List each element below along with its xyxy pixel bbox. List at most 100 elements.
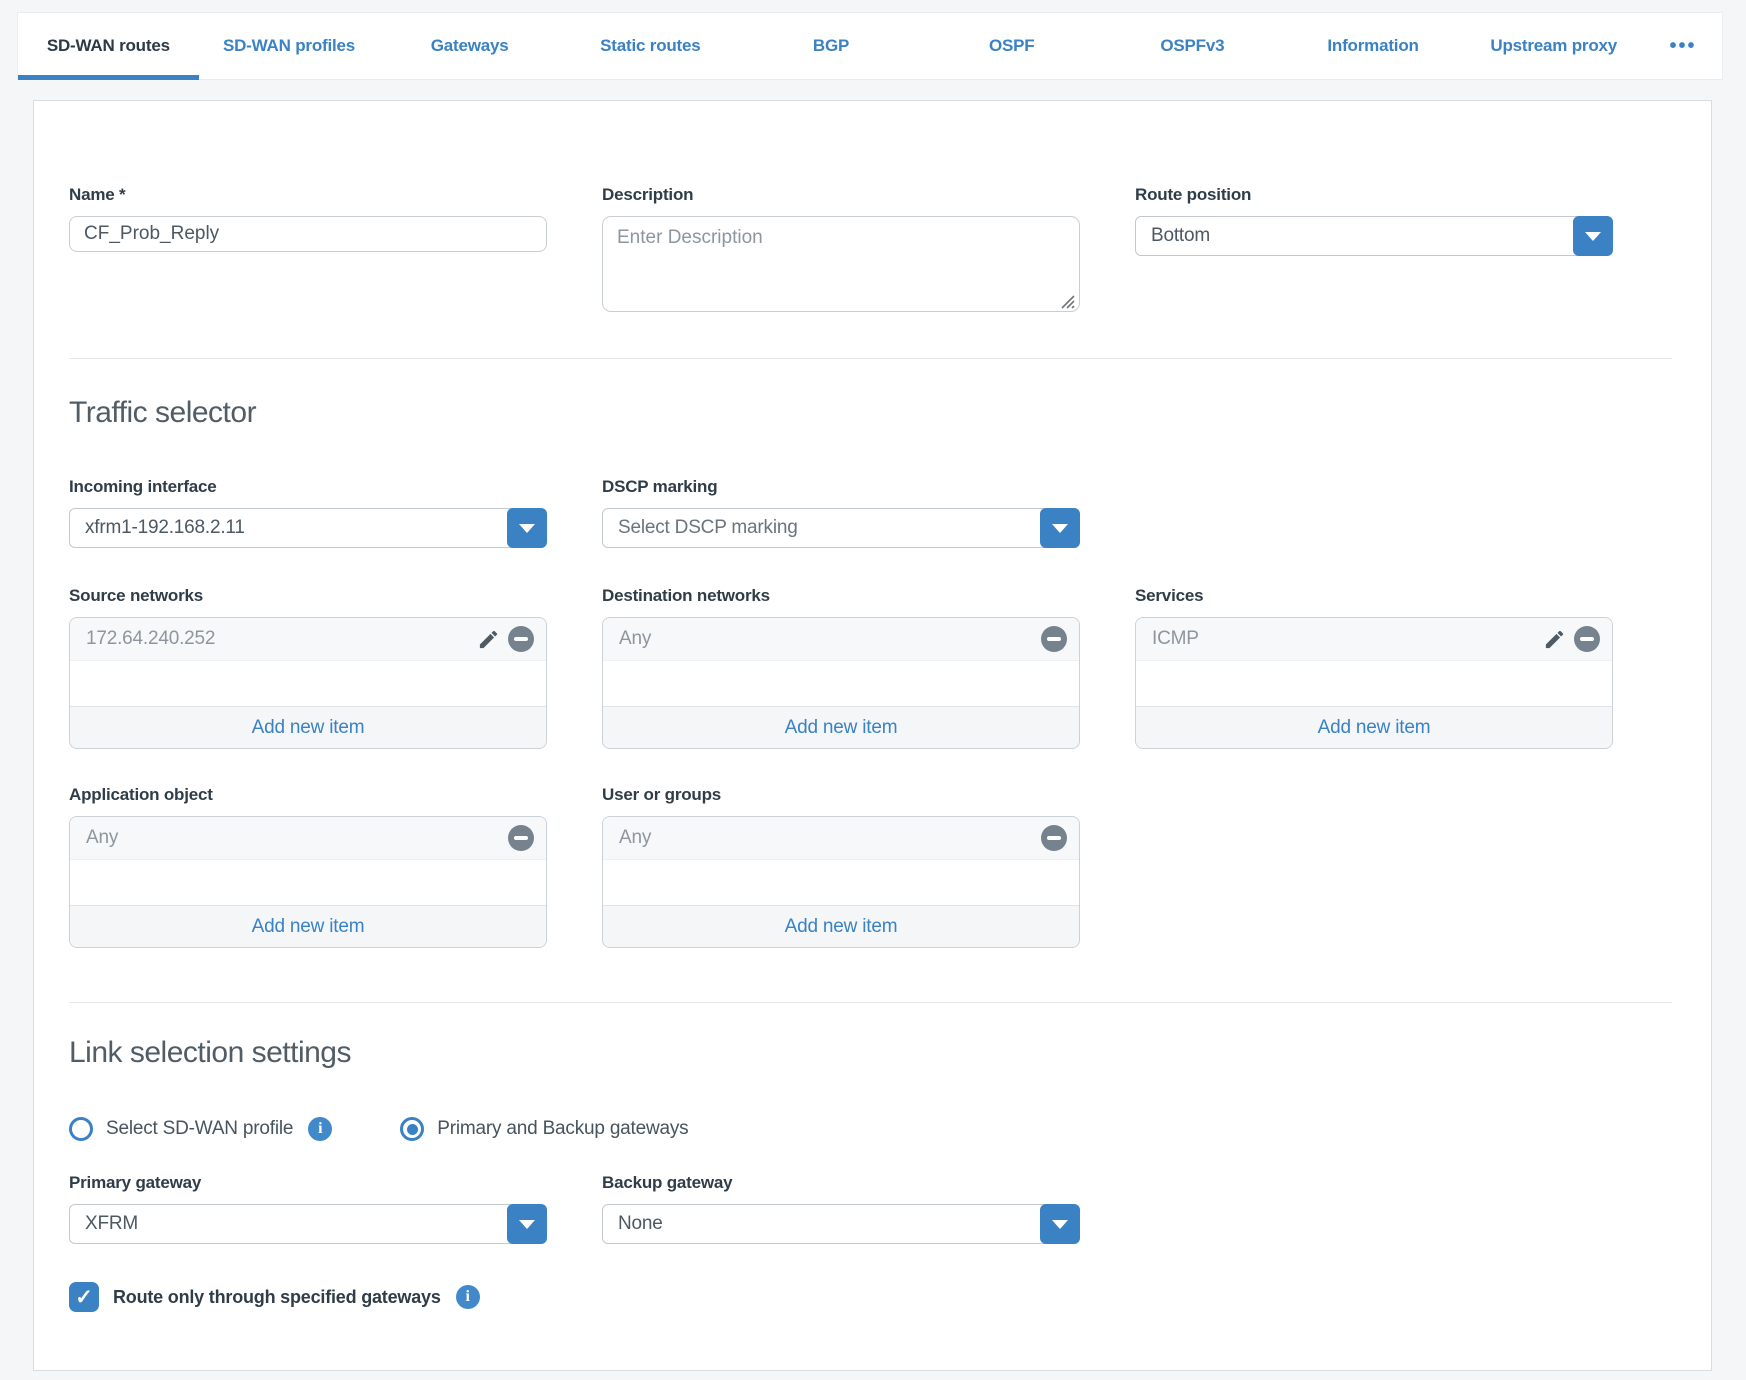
traffic-selects-row: Incoming interface xfrm1-192.168.2.11 DS…: [69, 477, 1672, 548]
remove-icon[interactable]: [1574, 626, 1600, 652]
dscp-marking-placeholder: Select DSCP marking: [603, 517, 1040, 539]
link-selection-heading: Link selection settings: [69, 1035, 1672, 1071]
primary-gateway-value: XFRM: [70, 1213, 507, 1235]
tab-bar: SD-WAN routes SD-WAN profiles Gateways S…: [17, 12, 1723, 80]
info-icon[interactable]: [308, 1117, 332, 1141]
list-empty-area: [70, 860, 546, 905]
name-field-group: Name *: [69, 185, 547, 317]
services-label: Services: [1135, 586, 1613, 606]
edit-icon[interactable]: [477, 628, 500, 651]
source-networks-field-group: Source networks 172.64.240.252 Add new i…: [69, 586, 547, 749]
radio-select-sd-wan-profile[interactable]: [69, 1117, 93, 1141]
tab-ospfv3[interactable]: OSPFv3: [1102, 13, 1283, 79]
section-divider: [69, 1002, 1672, 1003]
dscp-marking-select[interactable]: Select DSCP marking: [602, 508, 1080, 548]
chevron-down-icon[interactable]: [1040, 1204, 1080, 1244]
traffic-selector-heading: Traffic selector: [69, 395, 1672, 431]
info-icon[interactable]: [456, 1285, 480, 1309]
dscp-marking-label: DSCP marking: [602, 477, 1080, 497]
backup-gateway-select[interactable]: None: [602, 1204, 1080, 1244]
primary-gateway-select[interactable]: XFRM: [69, 1204, 547, 1244]
tab-upstream-proxy[interactable]: Upstream proxy: [1463, 13, 1644, 79]
app-user-row: Application object Any Add new item User…: [69, 785, 1672, 948]
route-position-label: Route position: [1135, 185, 1613, 205]
name-input[interactable]: [69, 216, 547, 252]
description-textarea[interactable]: [602, 216, 1080, 312]
user-or-groups-listbox: Any Add new item: [602, 816, 1080, 948]
route-position-value: Bottom: [1136, 225, 1573, 247]
chevron-down-icon[interactable]: [507, 1204, 547, 1244]
backup-gateway-value: None: [603, 1213, 1040, 1235]
primary-gateway-field-group: Primary gateway XFRM: [69, 1173, 547, 1244]
user-or-groups-label: User or groups: [602, 785, 1080, 805]
list-item-value: Any: [619, 628, 1041, 650]
sd-wan-route-edit-page: SD-WAN routes SD-WAN profiles Gateways S…: [0, 0, 1746, 1380]
tab-sd-wan-routes[interactable]: SD-WAN routes: [18, 13, 199, 79]
add-new-item-button[interactable]: Add new item: [70, 905, 546, 947]
list-empty-area: [603, 661, 1079, 706]
general-fields-row: Name * Description Route position Bottom: [69, 185, 1672, 317]
source-networks-label: Source networks: [69, 586, 547, 606]
tab-gateways[interactable]: Gateways: [379, 13, 560, 79]
section-divider: [69, 358, 1672, 359]
list-item-value: ICMP: [1152, 628, 1543, 650]
chevron-down-icon[interactable]: [507, 508, 547, 548]
gateway-selects-row: Primary gateway XFRM Backup gateway None: [69, 1173, 1672, 1244]
list-item-value: Any: [619, 827, 1041, 849]
list-empty-area: [1136, 661, 1612, 706]
destination-networks-field-group: Destination networks Any Add new item: [602, 586, 1080, 749]
destination-networks-listbox: Any Add new item: [602, 617, 1080, 749]
application-object-label: Application object: [69, 785, 547, 805]
remove-icon[interactable]: [508, 825, 534, 851]
list-item: Any: [603, 817, 1079, 860]
tab-ospf[interactable]: OSPF: [921, 13, 1102, 79]
remove-icon[interactable]: [508, 626, 534, 652]
chevron-down-icon[interactable]: [1573, 216, 1613, 256]
list-item: ICMP: [1136, 618, 1612, 661]
link-mode-radio-group: Select SD-WAN profile Primary and Backup…: [69, 1117, 1672, 1141]
tab-overflow-menu-icon[interactable]: •••: [1644, 13, 1722, 79]
add-new-item-button[interactable]: Add new item: [1136, 706, 1612, 748]
user-or-groups-field-group: User or groups Any Add new item: [602, 785, 1080, 948]
list-item: Any: [70, 817, 546, 860]
tab-sd-wan-profiles[interactable]: SD-WAN profiles: [199, 13, 380, 79]
add-new-item-button[interactable]: Add new item: [70, 706, 546, 748]
list-empty-area: [70, 661, 546, 706]
tab-bgp[interactable]: BGP: [741, 13, 922, 79]
dscp-marking-field-group: DSCP marking Select DSCP marking: [602, 477, 1080, 548]
route-only-label: Route only through specified gateways: [113, 1287, 441, 1308]
networks-row: Source networks 172.64.240.252 Add new i…: [69, 586, 1672, 749]
remove-icon[interactable]: [1041, 626, 1067, 652]
backup-gateway-field-group: Backup gateway None: [602, 1173, 1080, 1244]
application-object-field-group: Application object Any Add new item: [69, 785, 547, 948]
remove-icon[interactable]: [1041, 825, 1067, 851]
services-listbox: ICMP Add new item: [1135, 617, 1613, 749]
incoming-interface-field-group: Incoming interface xfrm1-192.168.2.11: [69, 477, 547, 548]
incoming-interface-value: xfrm1-192.168.2.11: [70, 517, 507, 539]
services-field-group: Services ICMP Add new item: [1135, 586, 1613, 749]
backup-gateway-label: Backup gateway: [602, 1173, 1080, 1193]
incoming-interface-select[interactable]: xfrm1-192.168.2.11: [69, 508, 547, 548]
name-label: Name *: [69, 185, 547, 205]
route-form-card: Name * Description Route position Bottom: [33, 100, 1712, 1371]
route-only-checkbox[interactable]: [69, 1282, 99, 1312]
tab-information[interactable]: Information: [1283, 13, 1464, 79]
list-item-value: Any: [86, 827, 508, 849]
edit-icon[interactable]: [1543, 628, 1566, 651]
radio-select-sd-wan-profile-label: Select SD-WAN profile: [106, 1118, 293, 1140]
list-item: Any: [603, 618, 1079, 661]
route-position-select[interactable]: Bottom: [1135, 216, 1613, 256]
description-label: Description: [602, 185, 1080, 205]
list-empty-area: [603, 860, 1079, 905]
route-only-row: Route only through specified gateways: [69, 1282, 1672, 1312]
radio-primary-backup-gateways[interactable]: [400, 1117, 424, 1141]
application-object-listbox: Any Add new item: [69, 816, 547, 948]
add-new-item-button[interactable]: Add new item: [603, 706, 1079, 748]
tab-static-routes[interactable]: Static routes: [560, 13, 741, 79]
add-new-item-button[interactable]: Add new item: [603, 905, 1079, 947]
list-item: 172.64.240.252: [70, 618, 546, 661]
list-item-value: 172.64.240.252: [86, 628, 477, 650]
description-field-group: Description: [602, 185, 1080, 317]
chevron-down-icon[interactable]: [1040, 508, 1080, 548]
radio-primary-backup-gateways-label: Primary and Backup gateways: [437, 1118, 688, 1140]
